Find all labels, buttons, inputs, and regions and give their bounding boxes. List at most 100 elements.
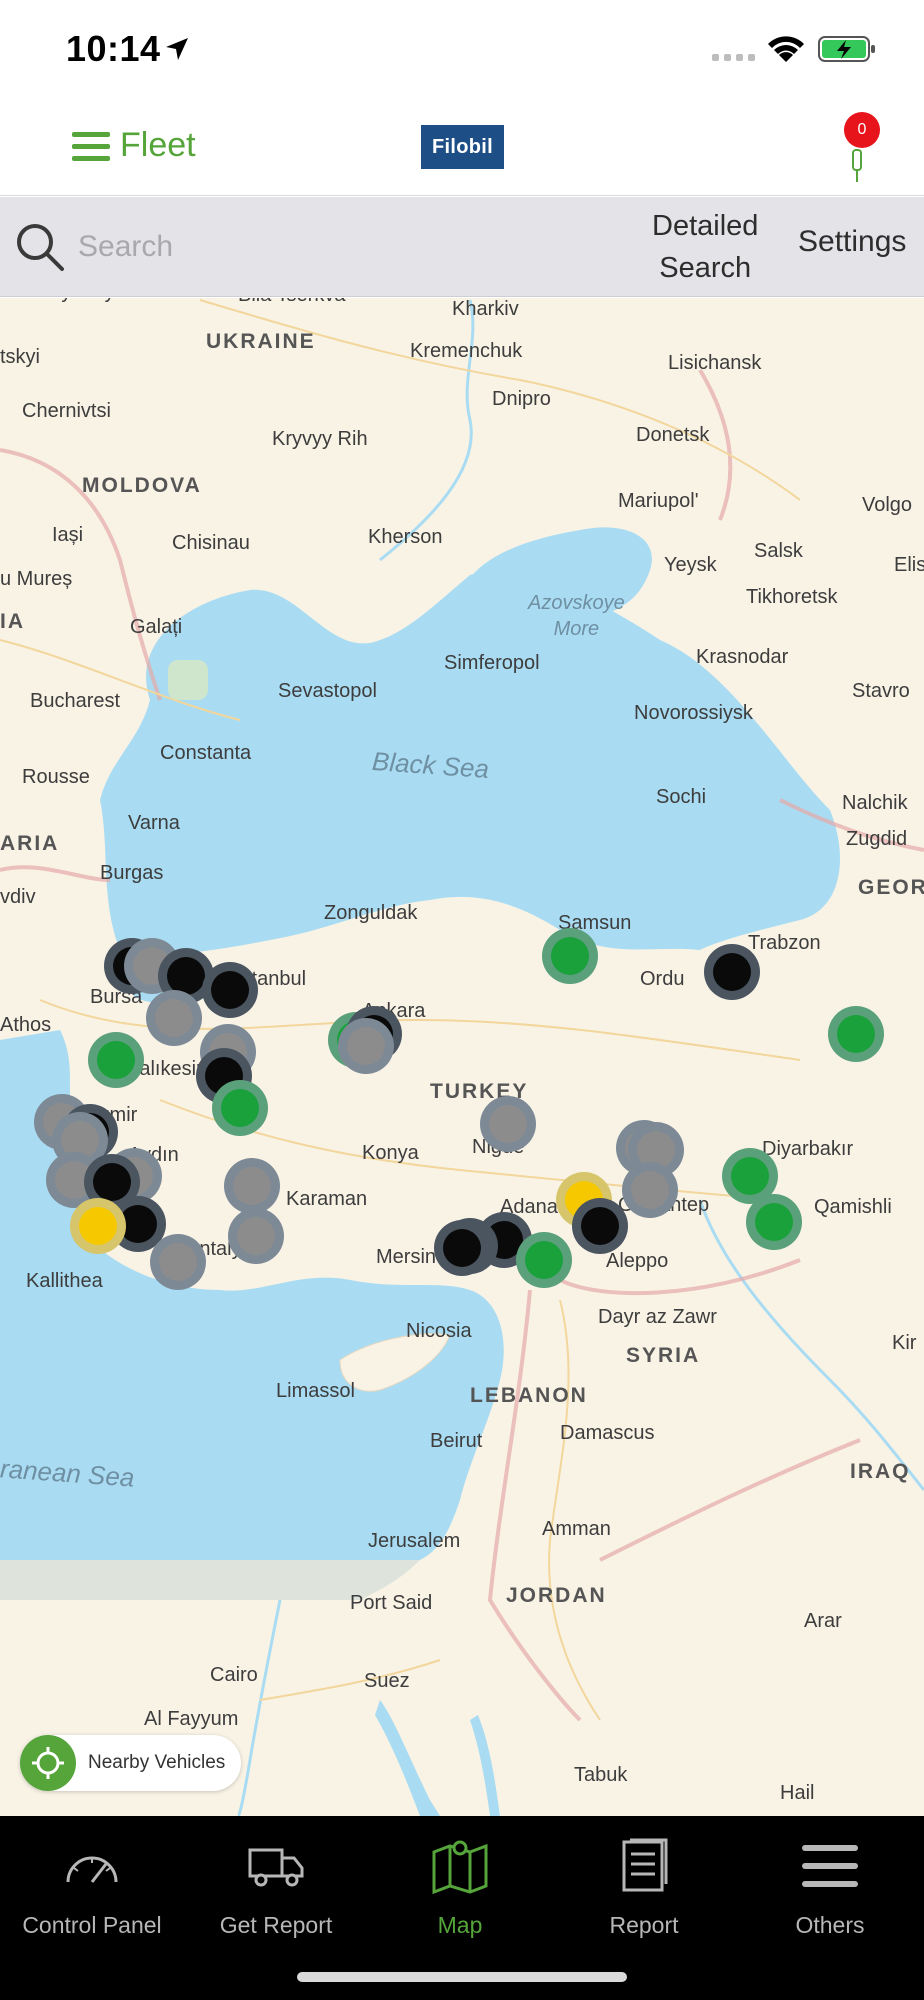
map-city-label: Galați	[130, 616, 183, 638]
map-city-label: Dnipro	[492, 388, 551, 410]
locate-icon	[20, 1735, 76, 1791]
map-country-label: UKRAINE	[206, 330, 316, 353]
map-city-label: Trabzon	[748, 932, 821, 954]
border-line	[559, 1258, 801, 1296]
map-city-label: u Mureș	[0, 568, 73, 590]
vehicle-marker[interactable]	[542, 928, 598, 984]
map-city-label: Konya	[362, 1142, 419, 1164]
vehicle-marker-dot	[237, 1217, 275, 1255]
vehicle-marker[interactable]	[150, 1234, 206, 1290]
map-country-label: IA	[0, 610, 25, 633]
settings-button[interactable]: Settings	[798, 225, 906, 259]
vehicle-marker-dot	[155, 999, 193, 1037]
vehicle-marker-dot	[713, 953, 751, 991]
azov-label-line2: More	[553, 618, 600, 640]
vehicle-marker[interactable]	[434, 1220, 490, 1276]
map-city-label: Jerusalem	[368, 1530, 461, 1552]
vehicle-marker-dot	[233, 1167, 271, 1205]
map-city-label: Stavro	[852, 680, 910, 702]
wifi-icon	[768, 36, 804, 62]
vehicle-marker-dot	[525, 1241, 563, 1279]
map-city-label: Port Said	[350, 1592, 433, 1614]
truck-icon	[248, 1848, 304, 1887]
app-root: 10:14 Fleet Filobil 0 Search Detailed Se…	[0, 0, 924, 2000]
map-city-label: Sochi	[656, 786, 707, 808]
tab-control-panel[interactable]: Control Panel	[0, 1836, 184, 1939]
vehicle-marker[interactable]	[146, 990, 202, 1046]
vehicle-marker-dot	[731, 1157, 769, 1195]
detailed-search-button[interactable]: Detailed Search	[652, 205, 758, 289]
document-icon	[622, 1838, 668, 1892]
vehicle-marker[interactable]	[88, 1032, 144, 1088]
map-city-label: Karaman	[286, 1188, 368, 1210]
map-city-label: Mariupol'	[618, 490, 699, 512]
map-city-label: Dayr az Zawr	[598, 1306, 717, 1328]
map-city-label: Krasnodar	[696, 646, 789, 668]
vehicle-marker[interactable]	[516, 1232, 572, 1288]
map-city-label: Beirut	[430, 1430, 483, 1452]
tab-label: Report	[609, 1912, 679, 1938]
menu-title: Fleet	[120, 126, 196, 164]
map-city-label: Salsk	[754, 540, 803, 562]
map-city-label: Suez	[364, 1670, 410, 1692]
vehicle-marker[interactable]	[572, 1198, 628, 1254]
map-city-label: Kremenchuk	[410, 340, 523, 362]
menu-button[interactable]: Fleet	[72, 126, 196, 165]
map-country-label: SYRIA	[626, 1344, 701, 1367]
vehicle-marker[interactable]	[480, 1096, 536, 1152]
vehicle-marker[interactable]	[746, 1194, 802, 1250]
tab-label: Others	[795, 1912, 865, 1938]
vehicle-marker[interactable]	[212, 1080, 268, 1136]
vehicle-marker[interactable]	[228, 1208, 284, 1264]
map-city-label: Kryvyy Rih	[272, 428, 368, 450]
border-line	[0, 865, 111, 882]
map-city-label: Bila Tserkva	[238, 298, 345, 307]
detailed-search-label-line2: Search	[659, 252, 752, 284]
vehicle-marker[interactable]	[224, 1158, 280, 1214]
map-city-label: Cairo	[210, 1664, 258, 1686]
gulf-of-suez	[375, 1700, 440, 1816]
detailed-search-label-line1: Detailed	[652, 210, 759, 242]
hamburger-icon	[802, 1845, 858, 1887]
vehicle-marker[interactable]	[70, 1198, 126, 1254]
map-city-label: Diyarbakır	[762, 1138, 854, 1160]
vehicle-marker-dot	[837, 1015, 875, 1053]
map-city-label: Nalchik	[842, 792, 908, 814]
map-city-label: Zonguldak	[324, 902, 418, 924]
vehicle-marker[interactable]	[338, 1018, 394, 1074]
vehicle-marker[interactable]	[704, 944, 760, 1000]
map-city-label: Hail	[780, 1782, 815, 1804]
azov-label-line1: Azovskoye	[528, 592, 625, 614]
nav-header: Fleet Filobil 0	[0, 96, 924, 196]
map-city-label: Rousse	[22, 766, 90, 788]
tab-report[interactable]: Report	[552, 1836, 736, 1939]
map-country-label: ARIA	[0, 832, 60, 855]
search-icon	[17, 224, 64, 271]
dnipro-river	[379, 299, 475, 562]
nile-river	[236, 1599, 282, 1816]
map-city-label: Zugdid	[846, 828, 908, 850]
map-city-label: Donetsk	[636, 424, 710, 446]
map-city-label: Yeysk	[664, 554, 717, 576]
search-input[interactable]	[78, 221, 598, 273]
vehicle-marker-dot	[347, 1027, 385, 1065]
tab-bar: Control Panel Get Report Map Report Othe…	[0, 1816, 924, 2000]
nearby-vehicles-button[interactable]: Nearby Vehicles	[20, 1735, 242, 1791]
map-city-label: tskyi	[0, 346, 40, 368]
tab-others[interactable]: Others	[738, 1836, 922, 1939]
hamburger-menu-icon	[72, 131, 110, 161]
vehicle-marker[interactable]	[828, 1006, 884, 1062]
vehicle-marker-dot	[443, 1229, 481, 1267]
vehicle-marker[interactable]	[202, 962, 258, 1018]
map-view[interactable]: Zhytomyr Bila Tserkva Kharkiv UKRAINE Kremen…	[0, 298, 924, 1816]
alert-pin-icon	[852, 149, 862, 182]
map-country-label: IRAQ	[850, 1460, 911, 1483]
vehicle-marker[interactable]	[622, 1162, 678, 1218]
tab-map[interactable]: Map	[368, 1836, 552, 1939]
alert-button[interactable]: 0	[836, 112, 880, 186]
road-line	[259, 1659, 441, 1701]
map-city-label: Bucharest	[30, 690, 121, 712]
tab-get-report[interactable]: Get Report	[184, 1836, 368, 1939]
map-city-label: Sevastopol	[278, 680, 377, 702]
map-city-label: Chernivtsi	[22, 400, 111, 422]
